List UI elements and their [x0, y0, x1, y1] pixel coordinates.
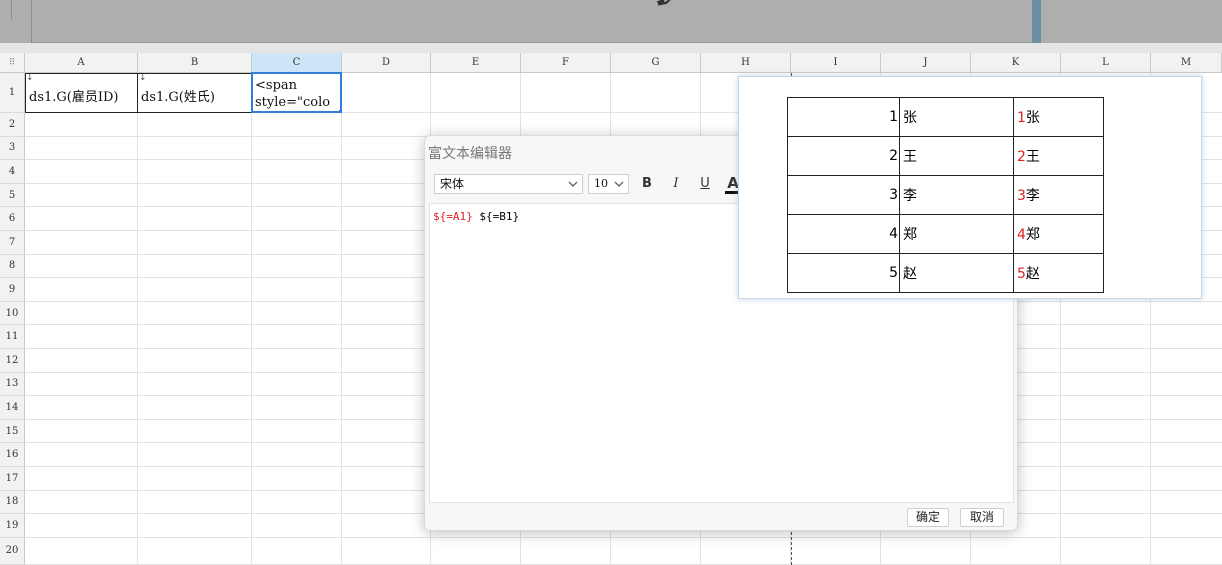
table-row: 2 王 2王 [787, 136, 1104, 176]
column-header-m[interactable]: M [1151, 53, 1222, 73]
row-header-4[interactable]: 4 [0, 160, 25, 184]
row-header-20[interactable]: 20 [0, 537, 25, 565]
name-cell: 张 [899, 97, 1014, 137]
preview-table: 1 张 1张 2 王 2王 3 李 3李 4 郑 4郑 5 赵 5赵 [787, 97, 1104, 293]
column-header-b[interactable]: B [138, 53, 252, 73]
font-size-select[interactable]: 10 [588, 174, 629, 194]
grid-column-line [341, 73, 342, 565]
row-header-15[interactable]: 15 [0, 419, 25, 444]
column-header-f[interactable]: F [521, 53, 611, 73]
formula-b1: ${=B1} [479, 210, 520, 223]
combined-name: 李 [1025, 188, 1040, 204]
column-header-h[interactable]: H [701, 53, 791, 73]
combined-id: 3 [1017, 188, 1026, 204]
id-cell: 4 [787, 214, 900, 254]
row-header-5[interactable]: 5 [0, 183, 25, 208]
column-header-k[interactable]: K [971, 53, 1061, 73]
row-header-14[interactable]: 14 [0, 396, 25, 420]
row-header-7[interactable]: 7 [0, 231, 25, 255]
id-cell: 1 [787, 97, 900, 137]
name-cell: 王 [899, 136, 1014, 176]
combined-name: 赵 [1025, 266, 1040, 282]
row-header-13[interactable]: 13 [0, 372, 25, 397]
row-header-9[interactable]: 9 [0, 278, 25, 302]
bold-button[interactable]: B [637, 174, 657, 194]
table-row: 3 李 3李 [787, 175, 1104, 215]
combined-cell: 2王 [1013, 136, 1104, 176]
toolbar-divider [0, 43, 1222, 53]
id-cell: 3 [787, 175, 900, 215]
ok-button[interactable]: 确定 [907, 508, 949, 527]
column-header-j[interactable]: J [881, 53, 971, 73]
cell-A1[interactable]: ds1.G(雇员ID) [25, 73, 138, 113]
designer-toolbar-area: ✒ [0, 0, 1222, 43]
combined-cell: 5赵 [1013, 253, 1104, 293]
id-cell: 2 [787, 136, 900, 176]
row-header-11[interactable]: 11 [0, 325, 25, 349]
row-header-2[interactable]: 2 [0, 113, 25, 137]
row-header-17[interactable]: 17 [0, 467, 25, 491]
fill-handle[interactable] [339, 110, 340, 111]
name-cell: 郑 [899, 214, 1014, 254]
row-header-3[interactable]: 3 [0, 136, 25, 161]
grid-dots-icon[interactable]: ⠿ [0, 53, 25, 73]
id-cell: 5 [787, 253, 900, 293]
column-header-a[interactable]: A [25, 53, 138, 73]
table-row: 4 郑 4郑 [787, 214, 1104, 254]
row-header-12[interactable]: 12 [0, 349, 25, 373]
grid-column-line [251, 73, 252, 565]
scroll-accent[interactable] [1032, 0, 1041, 43]
combined-id: 4 [1017, 227, 1026, 243]
column-header-l[interactable]: L [1061, 53, 1151, 73]
cell-C1[interactable]: <span style="colo [251, 72, 342, 113]
canvas-preview [32, 0, 1032, 43]
dialog-title: 富文本编辑器 [428, 146, 512, 162]
row-header-8[interactable]: 8 [0, 254, 25, 279]
grid-column-line [137, 73, 138, 565]
grid-row-line [25, 536, 1222, 538]
cancel-button[interactable]: 取消 [960, 508, 1004, 527]
font-family-select[interactable]: 宋体 [434, 174, 583, 194]
combined-id: 5 [1017, 266, 1026, 282]
combined-name: 王 [1025, 149, 1040, 165]
row-header-18[interactable]: 18 [0, 490, 25, 515]
combined-cell: 3李 [1013, 175, 1104, 215]
column-header-d[interactable]: D [342, 53, 431, 73]
preview-panel: 1 张 1张 2 王 2王 3 李 3李 4 郑 4郑 5 赵 5赵 [738, 76, 1202, 299]
row-header-6[interactable]: 6 [0, 207, 25, 231]
table-row: 1 张 1张 [787, 97, 1104, 137]
table-row: 5 赵 5赵 [787, 253, 1104, 293]
row-header-16[interactable]: 16 [0, 443, 25, 467]
chevron-down-icon [614, 181, 624, 187]
italic-button[interactable]: I [666, 174, 686, 194]
combined-name: 郑 [1025, 227, 1040, 243]
column-header-g[interactable]: G [611, 53, 701, 73]
combined-cell: 1张 [1013, 97, 1104, 137]
combined-name: 张 [1025, 110, 1040, 126]
row-header-19[interactable]: 19 [0, 514, 25, 538]
row-header-10[interactable]: 10 [0, 301, 25, 326]
ruler-mark [11, 0, 12, 20]
formula-a1: ${=A1} [433, 210, 473, 223]
combined-id: 1 [1017, 110, 1026, 126]
underline-button[interactable]: U [695, 174, 715, 194]
row-header-1[interactable]: 1 [0, 73, 25, 113]
name-cell: 李 [899, 175, 1014, 215]
name-cell: 赵 [899, 253, 1014, 293]
combined-cell: 4郑 [1013, 214, 1104, 254]
column-header-e[interactable]: E [431, 53, 521, 73]
cell-B1[interactable]: ds1.G(姓氏) [137, 73, 252, 113]
chevron-down-icon [568, 181, 578, 187]
combined-id: 2 [1017, 149, 1026, 165]
column-header-c[interactable]: C [252, 53, 342, 73]
column-header-i[interactable]: I [791, 53, 881, 73]
